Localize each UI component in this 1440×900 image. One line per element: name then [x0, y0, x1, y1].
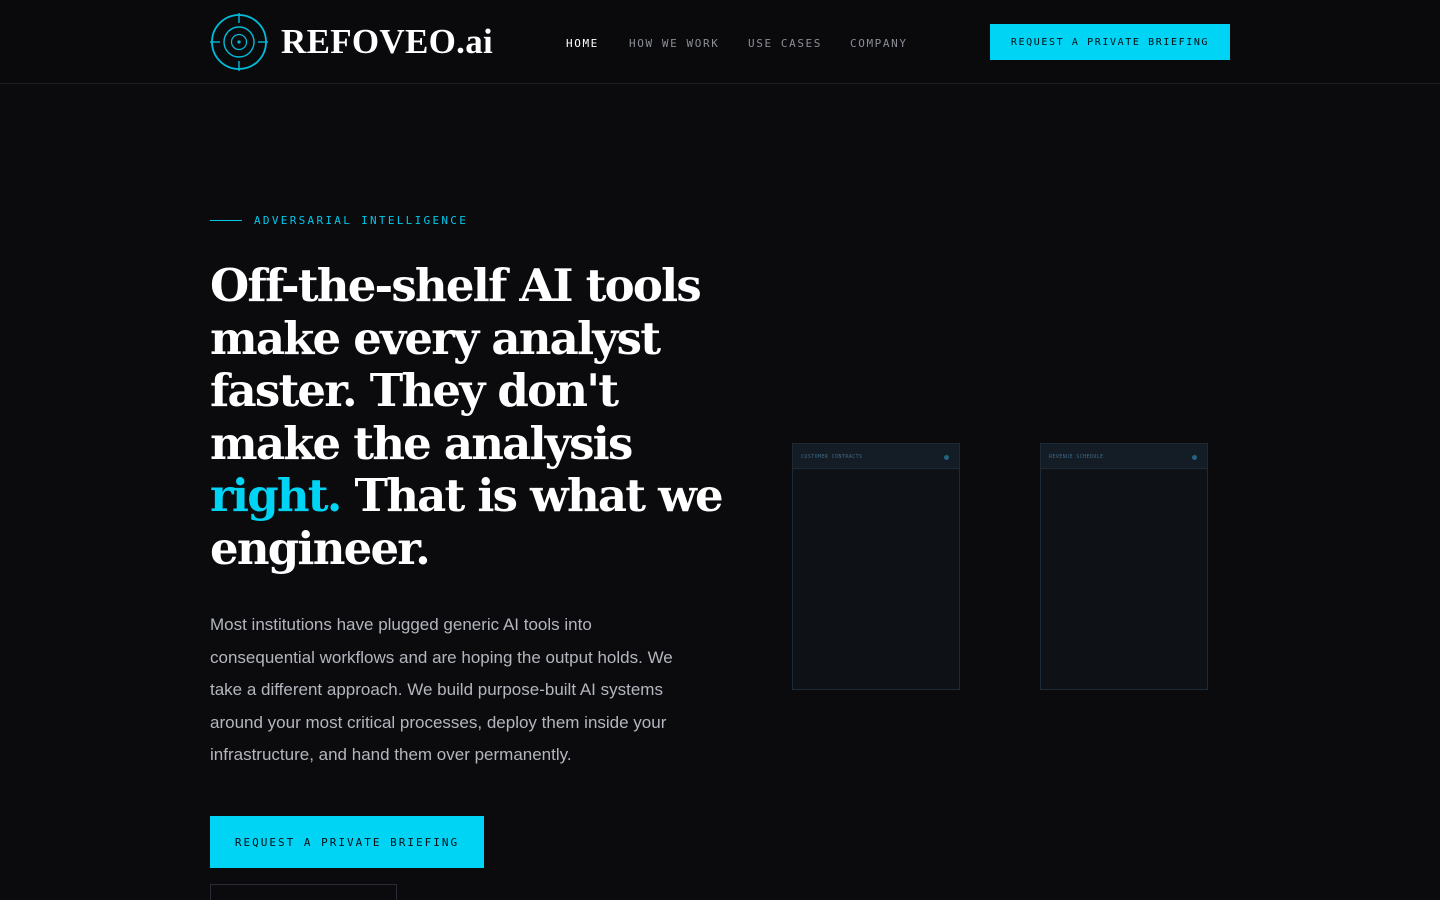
hero-headline: Off-the-shelf AI tools make every analys… [210, 259, 724, 575]
request-briefing-header-button[interactable]: REQUEST A PRIVATE BRIEFING [990, 24, 1230, 60]
panel-header: CUSTOMER CONTRACTS [793, 444, 959, 469]
customer-contracts-panel: CUSTOMER CONTRACTS [792, 443, 960, 690]
headline-accent-word: right. [210, 469, 342, 522]
nav-home[interactable]: HOME [566, 37, 599, 50]
headline-line: make every analyst [210, 311, 661, 365]
nav-use-cases[interactable]: USE CASES [748, 37, 822, 50]
headline-line: make the analysis [210, 416, 633, 470]
description-line: infrastructure, and hand them over perma… [210, 745, 572, 764]
panel-title: CUSTOMER CONTRACTS [801, 454, 863, 460]
secondary-button[interactable] [210, 884, 397, 900]
nav-how-we-work[interactable]: HOW WE WORK [629, 37, 719, 50]
eyebrow-rule [210, 220, 242, 221]
hero-eyebrow: ADVERSARIAL INTELLIGENCE [210, 214, 468, 227]
nav-company[interactable]: COMPANY [850, 37, 908, 50]
headline-line-rest: That is what we [340, 469, 724, 522]
status-dot-icon [944, 455, 949, 460]
headline-line: right. That is what we [210, 469, 724, 523]
site-header: REFOVEO.ai HOME HOW WE WORK USE CASES CO… [0, 0, 1440, 84]
description-line: take a different approach. We build purp… [210, 680, 663, 699]
hero-description: Most institutions have plugged generic A… [210, 609, 680, 772]
description-line: around your most critical processes, dep… [210, 712, 667, 732]
crosshair-target-icon [210, 13, 268, 71]
panel-header: REVENUE SCHEDULE [1041, 444, 1207, 469]
headline-line: Off-the-shelf AI tools [210, 259, 702, 312]
headline-line: faster. They don't [210, 364, 619, 417]
logo-home-link[interactable]: REFOVEO.ai [210, 13, 493, 71]
request-briefing-hero-button[interactable]: REQUEST A PRIVATE BRIEFING [210, 816, 484, 868]
revenue-schedule-panel: REVENUE SCHEDULE [1040, 443, 1208, 690]
description-line: consequential workflows and are hoping t… [210, 647, 673, 667]
eyebrow-label: ADVERSARIAL INTELLIGENCE [254, 214, 469, 227]
brand-name: REFOVEO.ai [281, 22, 494, 61]
panel-title: REVENUE SCHEDULE [1049, 454, 1104, 460]
status-dot-icon [1192, 455, 1197, 460]
description-line: Most institutions have plugged generic A… [210, 615, 592, 634]
headline-line: engineer. [210, 521, 431, 575]
